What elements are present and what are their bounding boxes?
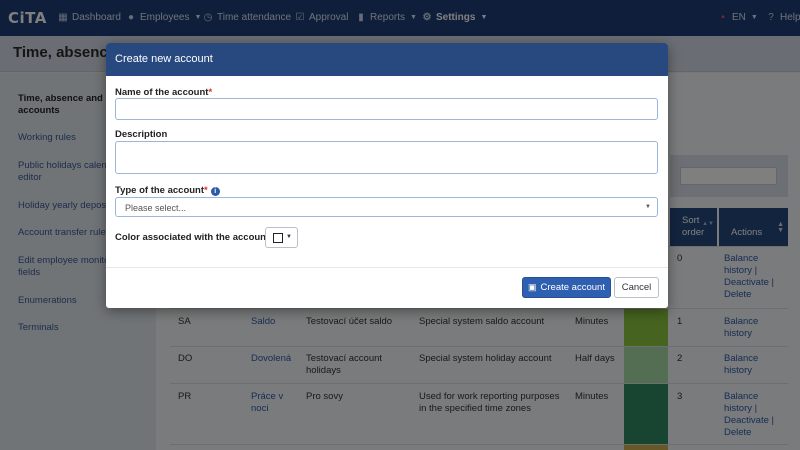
create-account-modal: Create new account Name of the account* … xyxy=(106,43,668,308)
account-type-select[interactable]: Please select... ▼ xyxy=(115,197,658,217)
label-text: Type of the account xyxy=(115,185,205,196)
modal-header: Create new account xyxy=(106,43,668,76)
modal-footer-divider xyxy=(106,267,668,268)
save-icon: ▣ xyxy=(528,282,537,292)
cancel-button[interactable]: Cancel xyxy=(614,277,659,298)
account-name-input[interactable] xyxy=(115,98,658,120)
account-name-label: Name of the account* xyxy=(115,87,212,98)
description-textarea[interactable] xyxy=(115,141,658,174)
info-icon[interactable]: i xyxy=(210,187,220,196)
required-mark: * xyxy=(204,185,208,196)
required-mark: * xyxy=(208,87,213,98)
account-type-label: Type of the account* i xyxy=(115,185,220,196)
button-label: Create account xyxy=(540,282,605,293)
color-swatch-icon xyxy=(273,233,283,243)
caret-down-icon: ▼ xyxy=(645,204,651,210)
color-label: Color associated with the account xyxy=(115,232,270,243)
caret-down-icon: ▼ xyxy=(286,234,292,240)
label-text: Name of the account xyxy=(115,87,209,98)
description-label: Description xyxy=(115,129,168,140)
select-placeholder: Please select... xyxy=(125,203,187,213)
create-account-button[interactable]: ▣ Create account xyxy=(522,277,611,298)
modal-title: Create new account xyxy=(115,53,213,65)
color-picker-button[interactable]: ▼ xyxy=(265,227,298,248)
